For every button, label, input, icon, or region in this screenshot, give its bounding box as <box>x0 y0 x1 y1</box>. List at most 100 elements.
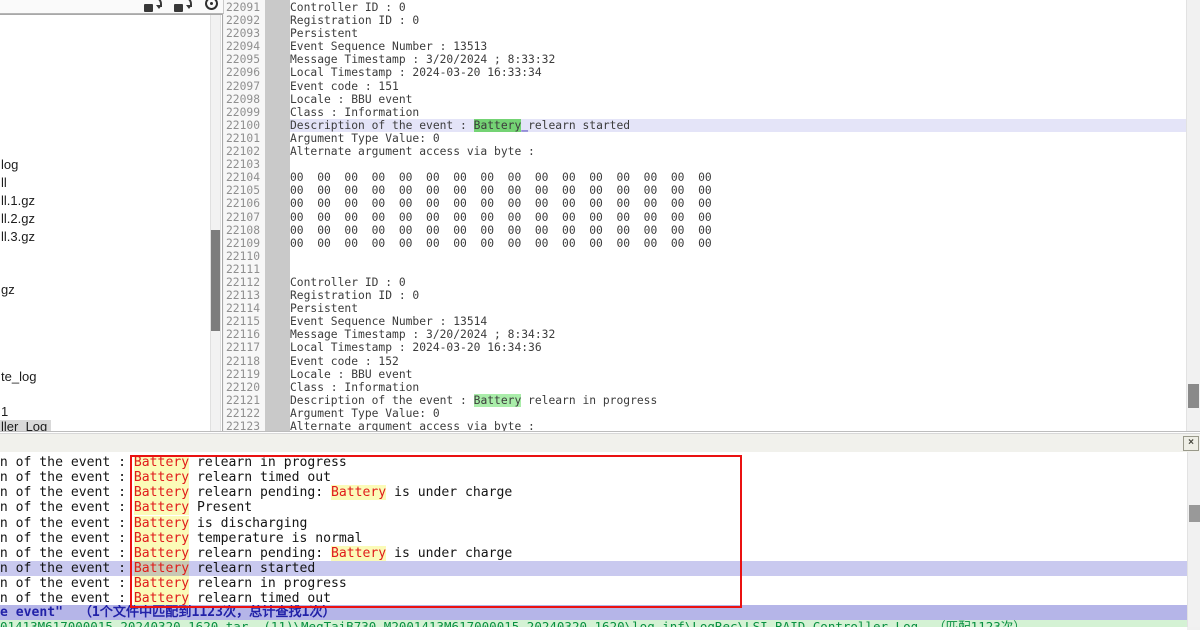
editor-line[interactable]: Controller ID : 0 <box>290 1 1187 14</box>
editor-line[interactable]: Argument Type Value: 0 <box>290 132 1187 145</box>
editor-line[interactable]: 00 00 00 00 00 00 00 00 00 00 00 00 00 0… <box>290 237 1187 250</box>
result-row-text: on of the event : <box>0 485 134 500</box>
results-vscrollbar[interactable] <box>1187 452 1200 627</box>
result-row-text: on of the event : <box>0 576 134 591</box>
line-number: 22123 <box>224 420 265 431</box>
file-item[interactable]: 1 <box>1 405 8 419</box>
editor-line[interactable]: Alternate argument access via byte : <box>290 145 1187 158</box>
editor-vscrollbar-thumb[interactable] <box>1188 384 1199 408</box>
result-row-text: Present <box>189 500 252 515</box>
editor-line-text: Description of the event : <box>290 119 474 132</box>
result-row[interactable]: on of the event : Battery relearn timed … <box>0 470 1187 485</box>
line-number: 22092 <box>224 14 265 27</box>
line-number: 22118 <box>224 355 265 368</box>
line-number: 22115 <box>224 315 265 328</box>
line-number: 22094 <box>224 40 265 53</box>
editor-line[interactable]: 00 00 00 00 00 00 00 00 00 00 00 00 00 0… <box>290 184 1187 197</box>
line-number: 22104 <box>224 171 265 184</box>
search-match-highlight: Battery <box>134 576 189 591</box>
editor-line[interactable]: Message Timestamp : 3/20/2024 ; 8:33:32 <box>290 53 1187 66</box>
search-match-highlight: Battery <box>134 470 189 485</box>
line-number: 22120 <box>224 381 265 394</box>
result-row-text: temperature is normal <box>189 531 362 546</box>
search-match-highlight: Battery <box>134 561 189 576</box>
editor-line[interactable]: Class : Information <box>290 381 1187 394</box>
result-row-text: on of the event : <box>0 531 134 546</box>
result-row[interactable]: on of the event : Battery relearn starte… <box>0 561 1187 576</box>
result-row[interactable]: on of the event : Battery relearn in pro… <box>0 455 1187 470</box>
result-row[interactable]: on of the event : Battery is discharging <box>0 516 1187 531</box>
result-row[interactable]: on of the event : Battery relearn pendin… <box>0 485 1187 500</box>
editor-line[interactable]: Registration ID : 0 <box>290 14 1187 27</box>
line-number: 22091 <box>224 1 265 14</box>
editor-line[interactable]: 00 00 00 00 00 00 00 00 00 00 00 00 00 0… <box>290 197 1187 210</box>
editor-line[interactable]: Registration ID : 0 <box>290 289 1187 302</box>
file-item[interactable]: gz <box>1 283 15 297</box>
editor-line[interactable]: Alternate argument access via byte : <box>290 420 1187 431</box>
line-number: 22093 <box>224 27 265 40</box>
export-log-icon[interactable] <box>172 0 194 13</box>
search-match-highlight: Battery <box>331 485 386 500</box>
editor-line[interactable]: Message Timestamp : 3/20/2024 ; 8:34:32 <box>290 328 1187 341</box>
editor-line[interactable]: Persistent <box>290 302 1187 315</box>
editor-line[interactable]: Local Timestamp : 2024-03-20 16:33:34 <box>290 66 1187 79</box>
editor-line[interactable]: Event code : 152 <box>290 355 1187 368</box>
editor-line[interactable]: Event Sequence Number : 13513 <box>290 40 1187 53</box>
result-row-text: relearn pending: <box>189 485 331 500</box>
result-row[interactable]: on of the event : Battery relearn in pro… <box>0 576 1187 591</box>
line-number: 22099 <box>224 106 265 119</box>
editor-line[interactable]: Locale : BBU event <box>290 368 1187 381</box>
results-panel-header <box>0 431 1200 453</box>
editor-line[interactable]: 00 00 00 00 00 00 00 00 00 00 00 00 00 0… <box>290 224 1187 237</box>
editor-line-text: relearn in progress <box>521 394 657 407</box>
editor-line[interactable] <box>290 158 1187 171</box>
export-log-icon[interactable] <box>142 0 164 13</box>
result-row[interactable]: on of the event : Battery Present <box>0 500 1187 515</box>
editor-line[interactable]: 00 00 00 00 00 00 00 00 00 00 00 00 00 0… <box>290 171 1187 184</box>
editor-line[interactable]: Persistent <box>290 27 1187 40</box>
result-row[interactable]: on of the event : Battery relearn pendin… <box>0 546 1187 561</box>
editor-line[interactable] <box>290 250 1187 263</box>
editor-line[interactable]: Controller ID : 0 <box>290 276 1187 289</box>
editor-line[interactable]: Event code : 151 <box>290 80 1187 93</box>
result-row-text: relearn started <box>189 561 315 576</box>
smart-highlight-match: Battery <box>474 119 522 132</box>
search-summary-row[interactable]: e event" （1个文件中匹配到1123次，总计查找1次） <box>0 605 1187 620</box>
search-results-list[interactable]: on of the event : Battery relearn in pro… <box>0 452 1187 630</box>
editor-line[interactable]: Event Sequence Number : 13514 <box>290 315 1187 328</box>
file-header-row[interactable]: 01413M617000015-20240320-1620.tar (11)\M… <box>0 620 1187 627</box>
file-item[interactable]: log <box>1 158 18 172</box>
result-row[interactable]: on of the event : Battery temperature is… <box>0 531 1187 546</box>
line-number: 22105 <box>224 184 265 197</box>
result-row-text: is under charge <box>386 485 512 500</box>
code-area[interactable]: Controller ID : 0Registration ID : 0Pers… <box>290 0 1187 431</box>
editor-line[interactable]: Description of the event : Battery_relea… <box>290 119 1187 132</box>
editor-line[interactable] <box>290 263 1187 276</box>
file-list-scrollbar-thumb[interactable] <box>211 230 220 331</box>
file-item[interactable]: te_log <box>1 370 36 384</box>
file-item[interactable]: ll <box>1 176 7 190</box>
editor-line[interactable]: Argument Type Value: 0 <box>290 407 1187 420</box>
result-row-text: is discharging <box>189 516 307 531</box>
line-number: 22096 <box>224 66 265 79</box>
editor-line[interactable]: Class : Information <box>290 106 1187 119</box>
smart-highlight-match: Battery <box>474 394 522 407</box>
line-number: 22098 <box>224 93 265 106</box>
file-list-scrollbar[interactable] <box>210 15 221 431</box>
editor-line[interactable]: 00 00 00 00 00 00 00 00 00 00 00 00 00 0… <box>290 211 1187 224</box>
editor-line[interactable]: Locale : BBU event <box>290 93 1187 106</box>
file-item[interactable]: ll.1.gz <box>1 194 35 208</box>
line-number: 22107 <box>224 211 265 224</box>
file-item[interactable]: ll.3.gz <box>1 230 35 244</box>
locate-target-icon[interactable] <box>201 0 223 13</box>
file-item[interactable]: ll.2.gz <box>1 212 35 226</box>
results-close-button[interactable]: × <box>1183 436 1199 451</box>
editor-vscrollbar[interactable] <box>1186 0 1200 431</box>
result-row-text: on of the event : <box>0 546 134 561</box>
line-number: 22101 <box>224 132 265 145</box>
editor-pane[interactable]: 2209122092220932209422095220962209722098… <box>224 0 1200 431</box>
results-vscrollbar-thumb[interactable] <box>1189 505 1200 522</box>
editor-line[interactable]: Local Timestamp : 2024-03-20 16:34:36 <box>290 341 1187 354</box>
editor-line[interactable]: Description of the event : Battery relea… <box>290 394 1187 407</box>
export-log-icon-arrowhead <box>186 5 192 9</box>
